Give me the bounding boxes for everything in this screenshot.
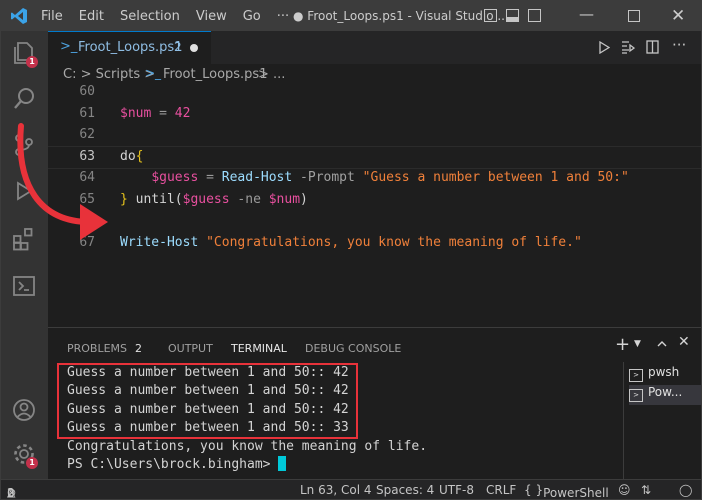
status-spaces[interactable]: Spaces: 4 <box>376 483 434 497</box>
tab-problems[interactable]: PROBLEMS <box>67 342 127 355</box>
run-debug-icon[interactable] <box>11 178 37 204</box>
new-terminal-plus-icon[interactable]: + <box>615 334 630 355</box>
notifications-bell-icon[interactable]: ◯ <box>679 483 692 497</box>
feedback-icon[interactable]: ☺ <box>618 483 631 497</box>
terminal-line: Congratulations, you know the meaning of… <box>67 438 428 454</box>
code-line-61: $num = 42 <box>120 106 191 121</box>
menu-bar: File Edit Selection View Go ··· <box>41 1 305 31</box>
terminal-prompt-line: PS C:\Users\brock.bingham> <box>67 455 427 474</box>
activity-bar: 1 1 <box>1 31 48 479</box>
status-language[interactable]: { } PowerShell <box>524 483 609 499</box>
code-line-67: Write-Host "Congratulations, you know th… <box>120 235 582 250</box>
line-number: 62 <box>79 127 95 142</box>
source-control-icon[interactable] <box>11 132 37 158</box>
problems-count: 2 <box>135 342 142 355</box>
line-number: 66 <box>79 213 95 228</box>
terminal-list: > pwsh > Pow... <box>623 362 701 480</box>
status-encoding[interactable]: UTF-8 <box>439 483 474 497</box>
maximize-panel-icon[interactable] <box>656 338 668 350</box>
manage-badge: 1 <box>26 457 38 469</box>
breadcrumb: C: > Scripts > >_ Froot_Loops.ps1 > ... <box>48 64 701 86</box>
more-actions-icon[interactable]: ··· <box>672 36 686 54</box>
terminal-item-powershell[interactable]: > Pow... <box>629 385 701 405</box>
window-title: ● Froot_Loops.ps1 - Visual Studio ... <box>293 9 509 23</box>
line-number: 64 <box>79 170 95 185</box>
customize-layout-icon[interactable] <box>528 9 541 22</box>
powershell-file-icon: >_ <box>60 39 78 54</box>
code-line-63: do{ <box>120 149 144 164</box>
terminal-icon: > <box>629 369 643 382</box>
run-icon[interactable] <box>598 41 610 54</box>
menu-more[interactable]: ··· <box>277 9 289 24</box>
minimize-icon[interactable]: — <box>579 5 594 23</box>
tab-debug-console[interactable]: DEBUG CONSOLE <box>305 342 401 355</box>
explorer-badge: 1 <box>26 56 38 68</box>
powershell-icon[interactable] <box>11 273 37 299</box>
line-number: 63 <box>79 149 95 164</box>
menu-selection[interactable]: Selection <box>120 9 180 24</box>
breadcrumb-file[interactable]: Froot_Loops.ps1 <box>163 67 267 82</box>
code-line-65: } until($guess -ne $num) <box>120 192 308 207</box>
line-number: 65 <box>79 192 95 207</box>
toggle-sidebar-icon[interactable] <box>484 9 497 22</box>
terminal-highlight-box <box>57 363 358 439</box>
line-number: 61 <box>79 106 95 121</box>
editor-tab-bar: >_ Froot_Loops.ps1 2 ··· <box>48 31 701 64</box>
extensions-icon[interactable] <box>11 226 37 252</box>
run-selection-icon[interactable] <box>621 40 635 54</box>
terminal-cursor <box>278 455 287 471</box>
close-panel-icon[interactable]: ✕ <box>678 334 690 350</box>
panel-tab-bar: PROBLEMS 2 OUTPUT TERMINAL DEBUG CONSOLE… <box>48 328 701 358</box>
status-bar: ⊗ 0 △ 2 Ln 63, Col 4 Spaces: 4 UTF-8 CRL… <box>1 479 701 499</box>
breadcrumb-rest[interactable]: > ... <box>258 67 285 82</box>
account-icon[interactable] <box>11 397 37 423</box>
split-editor-icon[interactable] <box>646 40 659 54</box>
search-icon[interactable] <box>11 86 37 112</box>
line-number: 60 <box>79 84 95 99</box>
tab-terminal[interactable]: TERMINAL <box>231 342 287 355</box>
menu-go[interactable]: Go <box>243 9 261 24</box>
close-window-icon[interactable]: ✕ <box>671 6 685 26</box>
toggle-panel-icon[interactable] <box>506 9 519 22</box>
title-bar: File Edit Selection View Go ··· ● Froot_… <box>1 1 701 31</box>
terminal-item-pwsh[interactable]: > pwsh <box>629 365 701 385</box>
maximize-icon[interactable] <box>628 10 640 22</box>
code-editor[interactable]: 60 61 62 63 64 65 66 67 $num = 42 do{ $g… <box>48 84 701 326</box>
breadcrumb-file-icon: >_ <box>145 66 162 80</box>
terminal-dropdown-icon[interactable]: ▼ <box>634 339 641 349</box>
status-position[interactable]: Ln 63, Col 4 <box>300 483 372 497</box>
remote-icon[interactable]: ⇅ <box>641 483 651 497</box>
line-number: 67 <box>79 235 95 250</box>
unsaved-dot-icon[interactable] <box>190 44 198 52</box>
vscode-logo-icon <box>11 8 27 24</box>
breadcrumb-folder[interactable]: C: > Scripts > <box>63 67 155 82</box>
tab-froot-loops[interactable]: >_ Froot_Loops.ps1 2 <box>48 31 211 64</box>
status-eol[interactable]: CRLF <box>486 483 516 497</box>
terminal-icon: > <box>629 389 643 402</box>
menu-file[interactable]: File <box>41 9 63 24</box>
menu-view[interactable]: View <box>196 9 227 24</box>
code-line-64: $guess = Read-Host -Prompt "Guess a numb… <box>151 170 629 185</box>
tab-label: Froot_Loops.ps1 <box>78 40 183 55</box>
current-line-highlight <box>48 146 701 169</box>
tab-problem-count: 2 <box>174 40 182 54</box>
tab-output[interactable]: OUTPUT <box>168 342 213 355</box>
menu-edit[interactable]: Edit <box>79 9 104 24</box>
